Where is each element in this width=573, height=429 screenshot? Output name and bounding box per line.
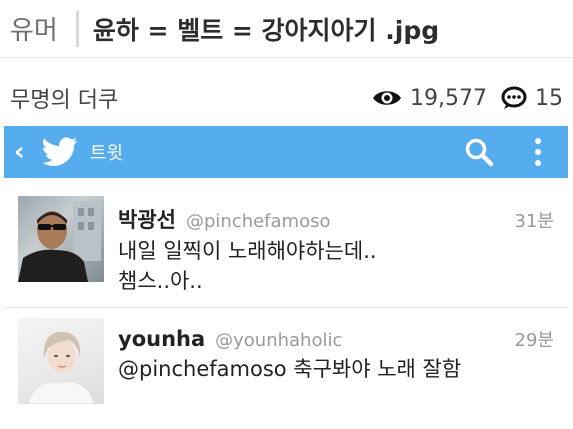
tweet-header: younha @younhaholic 29분 [118,326,554,352]
more-vertical-icon[interactable] [534,137,542,167]
post-title: 윤하 = 벨트 = 강아지아기 .jpg [92,15,440,45]
tweet-author-name[interactable]: younha [118,327,205,351]
header-divider [75,10,79,47]
tweet-item[interactable]: 박광선 @pinchefamoso 31분 내일 일찍이 노래해야하는데.. 챔… [4,196,568,308]
view-count: 19,577 [372,86,487,111]
avatar-photo [27,332,95,404]
back-chevron-icon[interactable]: ‹ [14,137,34,167]
avatar-photo [18,201,101,282]
post-meta: 무명의 더쿠 19,577 15 [0,78,573,118]
tweet-author-handle[interactable]: @younhaholic [215,330,514,351]
tweet-author-handle[interactable]: @pinchefamoso [186,211,515,232]
post-author[interactable]: 무명의 더쿠 [10,82,358,114]
tweet-timestamp: 31분 [514,211,554,232]
tweet-text: 내일 일찍이 노래해야하는데.. 챔스..아.. [118,239,377,293]
tweet-author-name[interactable]: 박광선 [118,204,176,234]
twitter-bird-icon [42,137,78,166]
tweet-header: 박광선 @pinchefamoso 31분 [118,204,554,234]
comment-count[interactable]: 15 [501,86,563,111]
eye-icon [373,91,402,105]
post-header: 유머 윤하 = 벨트 = 강아지아기 .jpg [0,0,573,58]
post-category[interactable]: 유머 [10,10,58,47]
tweet-item[interactable]: younha @younhaholic 29분 @pinchefamoso 축구… [4,318,568,429]
app-bar-title: 트윗 [90,143,124,164]
tweet-timestamp: 29분 [514,330,554,351]
twitter-app-bar: ‹ 트윗 [4,126,568,178]
search-icon[interactable] [464,137,494,167]
comment-icon [501,86,527,109]
view-count-value: 19,577 [410,85,487,111]
avatar[interactable] [18,196,104,282]
tweet-body: younha @younhaholic 29분 @pinchefamoso 축구… [118,318,554,429]
tweet-body: 박광선 @pinchefamoso 31분 내일 일찍이 노래해야하는데.. 챔… [118,196,554,307]
tweet-text: @pinchefamoso 축구봐야 노래 잘함 [118,357,462,381]
comment-count-value: 15 [535,85,563,111]
avatar[interactable] [18,318,104,404]
